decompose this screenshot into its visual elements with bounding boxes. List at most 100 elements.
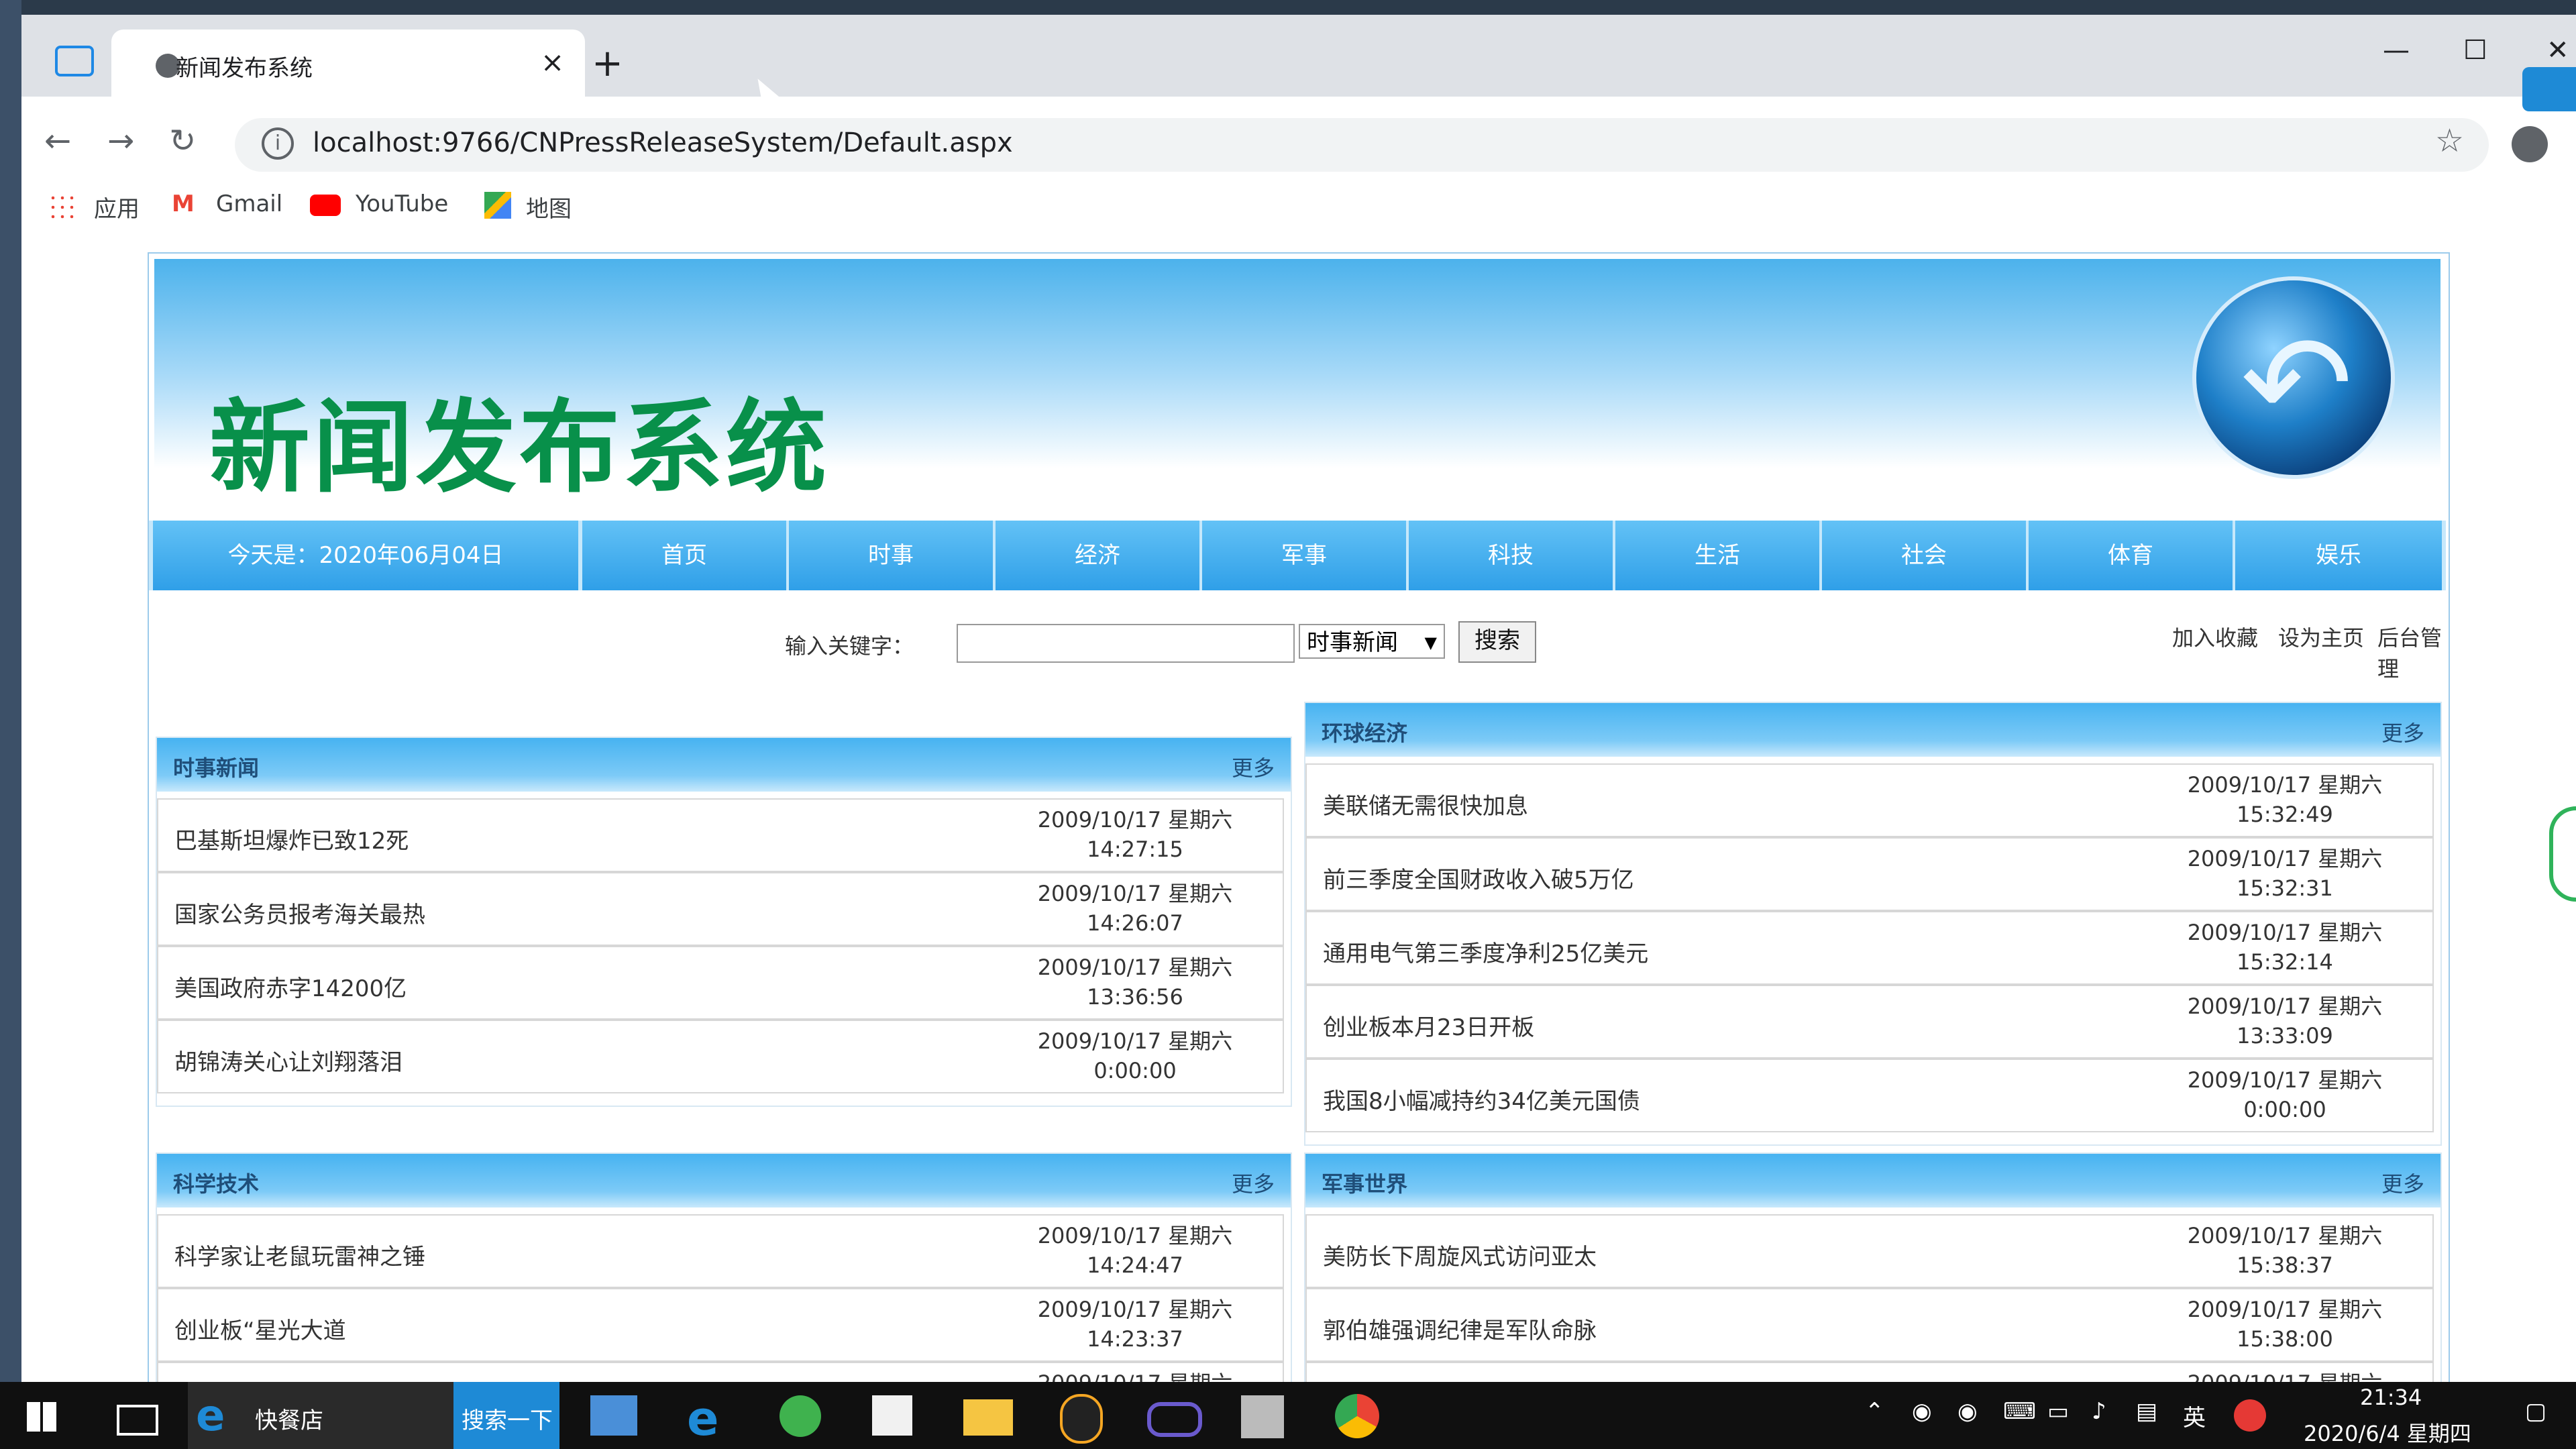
cloud-sync-icon[interactable] [2522,67,2576,111]
bilibili-icon[interactable] [55,46,94,76]
add-favorite-link[interactable]: 加入收藏 [2172,621,2258,652]
nav-economy[interactable]: 经济 [996,521,1199,590]
windows-start-icon[interactable] [27,1402,56,1432]
maximize-button[interactable]: ☐ [2463,35,2487,66]
nav-life[interactable]: 生活 [1615,521,1819,590]
forward-icon[interactable]: → [107,122,134,160]
nav-entertainment[interactable]: 娱乐 [2235,521,2442,590]
close-window-button[interactable]: ✕ [2546,35,2569,66]
nav-home[interactable]: 首页 [582,521,786,590]
news-title[interactable]: 美国政府赤字14200亿 [174,970,407,1003]
list-item[interactable]: 美国政府赤字14200亿 2009/10/17 星期六 13:36:56 [157,946,1284,1020]
more-link[interactable]: 更多 [2381,1167,2424,1198]
nav-military[interactable]: 军事 [1202,521,1406,590]
bookmark-gmail[interactable]: Gmail [216,191,282,217]
visual-studio-icon[interactable] [1147,1402,1202,1437]
list-item[interactable]: 美防长下周旋风式访问亚太 2009/10/17 星期六 15:38:37 [1305,1214,2434,1288]
list-item[interactable]: 前三季度全国财政收入破5万亿 2009/10/17 星期六 15:32:31 [1305,837,2434,911]
more-link[interactable]: 更多 [1232,1167,1275,1198]
ime-indicator[interactable]: 英 [2183,1399,2206,1432]
address-bar[interactable]: i localhost:9766/CNPressReleaseSystem/De… [235,118,2489,172]
list-item[interactable]: 通用电气第三季度净利25亿美元 2009/10/17 星期六 15:32:14 [1305,911,2434,985]
news-title[interactable]: 科学家让老鼠玩雷神之锤 [174,1238,425,1271]
menu-kebab-icon[interactable]: ⋮ [2563,121,2576,158]
profile-icon[interactable] [2512,126,2548,162]
back-icon[interactable]: ← [44,122,71,160]
search-button[interactable]: 搜索 [1458,621,1536,663]
nav-technology[interactable]: 科技 [1409,521,1613,590]
more-link[interactable]: 更多 [2381,716,2424,747]
list-item[interactable]: 郭伯雄强调纪律是军队命脉 2009/10/17 星期六 15:38:00 [1305,1288,2434,1362]
file-explorer-icon[interactable] [963,1399,1013,1436]
qq-icon[interactable] [1060,1394,1103,1444]
nav-society[interactable]: 社会 [1822,521,2026,590]
list-item[interactable]: 胡锦涛关心让刘翔落泪 2009/10/17 星期六 0:00:00 [157,1020,1284,1093]
qq-tray-icon[interactable]: ◉ [1912,1398,1932,1425]
new-tab-button[interactable]: + [592,42,623,85]
notification-icon[interactable]: ▢ [2525,1398,2546,1425]
floating-assistant-icon[interactable] [2549,806,2576,902]
tab-active[interactable]: 新闻发布系统 × [111,30,585,97]
keyword-input[interactable] [957,624,1295,663]
task-view-icon[interactable] [117,1405,158,1436]
news-title[interactable]: 美防长下周旋风式访问亚太 [1323,1238,1597,1271]
bookmark-youtube[interactable]: YouTube [356,191,448,217]
tab-close-icon[interactable]: × [541,46,564,78]
admin-link[interactable]: 后台管理 [2377,621,2446,683]
bookmark-apps[interactable]: 应用 [94,191,140,223]
bookmark-star-icon[interactable]: ☆ [2435,122,2464,160]
news-title[interactable]: 美联储无需很快加息 [1323,788,1528,820]
list-item[interactable]: 创业板本月23日开板 2009/10/17 星期六 13:33:09 [1305,985,2434,1059]
news-date: 2009/10/17 星期六 0:00:00 [2187,1067,2383,1122]
list-item[interactable]: 创业板“星光大道 2009/10/17 星期六 14:23:37 [157,1288,1284,1362]
app-icon[interactable] [590,1395,637,1436]
sogou-icon[interactable] [2234,1399,2266,1432]
news-title[interactable]: 胡锦涛关心让刘翔落泪 [174,1044,402,1077]
clock-date[interactable]: 2020/6/4 星期四 [2304,1417,2471,1448]
news-title[interactable]: 创业板本月23日开板 [1323,1009,1534,1042]
browser-360-icon[interactable] [780,1395,821,1437]
info-icon[interactable]: i [262,127,294,160]
ie-address[interactable]: 快餐店 [255,1402,323,1435]
search-go-button[interactable]: 搜索一下 [453,1382,559,1449]
category-select[interactable]: 时事新闻 ▼ [1299,624,1445,659]
reload-icon[interactable]: ↻ [169,122,196,160]
news-date: 2009/10/17 星期六 14:24:47 [1037,1223,1233,1278]
news-title[interactable]: 国家公务员报考海关最热 [174,896,425,929]
news-title[interactable]: 郭伯雄强调纪律是军队命脉 [1323,1312,1597,1345]
nav-current-affairs[interactable]: 时事 [789,521,993,590]
tools-icon[interactable] [1241,1395,1284,1438]
tray-chevron-icon[interactable]: ⌃ [1865,1398,1884,1425]
clock-time[interactable]: 21:34 [2360,1385,2422,1410]
nav-sports[interactable]: 体育 [2029,521,2233,590]
url-text[interactable]: localhost:9766/CNPressReleaseSystem/Defa… [313,127,1013,158]
news-title[interactable]: 巴基斯坦爆炸已致12死 [174,822,409,855]
volume-icon[interactable]: ♪ [2092,1398,2106,1425]
news-title[interactable]: 创业板“星光大道 [174,1312,346,1345]
site-banner: 新闻发布系统 ↶ [154,259,2440,521]
list-item[interactable]: 2009/10/17 星期六 [1305,1362,2434,1382]
qq-tray-icon-2[interactable]: ◉ [1957,1398,1978,1425]
bookmark-maps[interactable]: 地图 [526,191,572,223]
news-title[interactable]: 前三季度全国财政收入破5万亿 [1323,861,1634,894]
set-homepage-link[interactable]: 设为主页 [2278,621,2364,652]
minimize-button[interactable]: — [2383,35,2410,66]
news-date: 2009/10/17 星期六 15:38:37 [2187,1223,2383,1278]
store-icon[interactable] [872,1395,912,1436]
keyboard-tray-icon[interactable]: ⌨ [2003,1398,2036,1425]
list-item[interactable]: 科学家让老鼠玩雷神之锤 2009/10/17 星期六 14:24:47 [157,1214,1284,1288]
more-link[interactable]: 更多 [1232,751,1275,782]
edge-icon[interactable]: e [687,1391,718,1446]
chrome-icon[interactable] [1335,1394,1379,1438]
news-date: 2009/10/17 星期六 14:23:37 [1037,1297,1233,1352]
taskbar-ie-item[interactable]: e 快餐店 [188,1382,453,1449]
action-center-icon[interactable]: ▤ [2136,1398,2157,1425]
list-item[interactable]: 巴基斯坦爆炸已致12死 2009/10/17 星期六 14:27:15 [157,798,1284,872]
list-item[interactable]: 美联储无需很快加息 2009/10/17 星期六 15:32:49 [1305,763,2434,837]
network-icon[interactable]: ▭ [2047,1398,2069,1425]
news-title[interactable]: 通用电气第三季度净利25亿美元 [1323,935,1648,968]
list-item[interactable]: 我国8小幅减持约34亿美元国债 2009/10/17 星期六 0:00:00 [1305,1059,2434,1132]
list-item[interactable]: 2009/10/17 星期六 [157,1362,1284,1382]
news-title[interactable]: 我国8小幅减持约34亿美元国债 [1323,1083,1640,1116]
list-item[interactable]: 国家公务员报考海关最热 2009/10/17 星期六 14:26:07 [157,872,1284,946]
